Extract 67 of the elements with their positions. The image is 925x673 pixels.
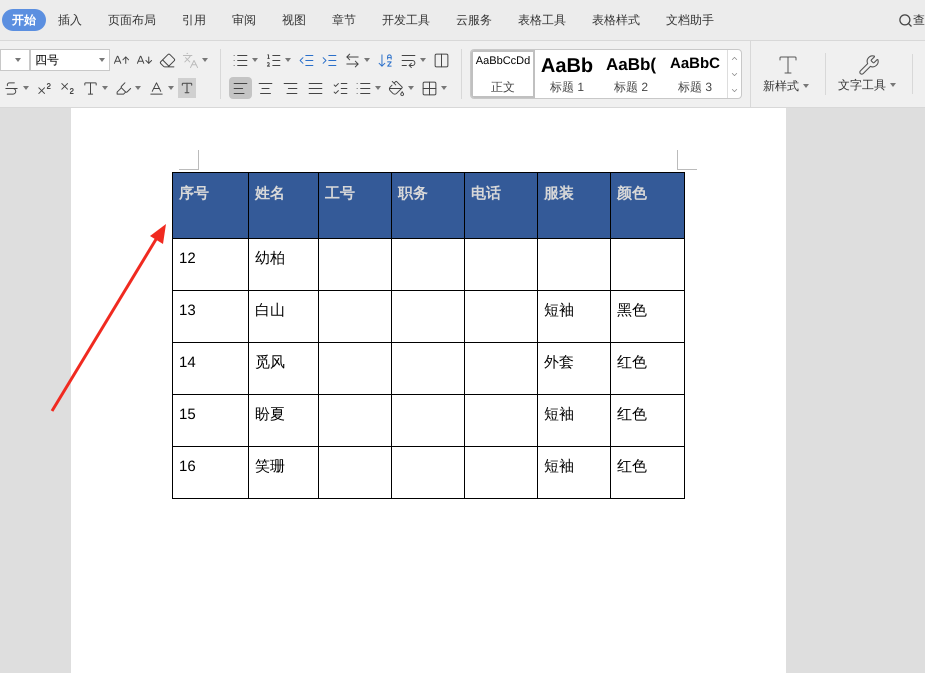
search-icon [898,12,913,28]
style-option[interactable]: AaBb 标题 1 [535,50,599,98]
caret-icon[interactable] [803,84,809,88]
table-header-cell: 服装 [538,172,610,238]
table-cell: 红色 [610,342,684,394]
table-cell: 黑色 [610,290,684,342]
table-cell: 13 [172,290,248,342]
table-cell: 短袖 [538,446,610,498]
table-header-cell: 姓名 [248,172,318,238]
table-cell: 红色 [610,394,684,446]
caret-icon[interactable] [441,86,447,90]
menu-tab[interactable]: 引用 [182,11,206,29]
menu-tab[interactable]: 表格样式 [592,11,640,29]
caret-icon[interactable] [285,58,291,62]
table-cell: 笑珊 [248,446,318,498]
margin-corner-mark [179,150,199,170]
caret-icon[interactable] [202,58,208,62]
caret-icon[interactable] [23,86,29,90]
caret-icon[interactable] [408,86,414,90]
menu-tab[interactable]: 页面布局 [108,11,156,29]
table-cell: 16 [172,446,248,498]
caret-icon[interactable] [252,58,258,62]
menu-tab[interactable]: 视图 [282,11,306,29]
table-cell: 白山 [248,290,318,342]
table-header-cell: 电话 [464,172,538,238]
menu-tab[interactable]: 云服务 [456,11,492,29]
caret-icon[interactable] [420,58,426,62]
table-cell: 觅风 [248,342,318,394]
table-cell: 短袖 [538,394,610,446]
menu-tab[interactable]: 表格工具 [518,11,566,29]
table-cell: 红色 [610,446,684,498]
caret-icon[interactable] [15,58,21,62]
table-header-cell: 序号 [172,172,248,238]
font-size-field[interactable]: 四号 [30,49,110,71]
menu-tab[interactable]: 文档助手 [666,11,714,29]
font-name-field[interactable] [0,49,30,71]
caret-icon[interactable] [135,86,141,90]
table-cell: 12 [172,238,248,290]
table-cell: 外套 [538,342,610,394]
wrench-icon [858,54,880,76]
table-header-cell: 颜色 [610,172,684,238]
table-cell: 幼柏 [248,238,318,290]
table-header-cell: 工号 [318,172,392,238]
caret-icon[interactable] [168,86,174,90]
align-button[interactable] [229,77,252,99]
menu-tab[interactable]: 开发工具 [382,11,430,29]
style-option[interactable]: AaBbCcDd 正文 [471,50,535,98]
menu-tab[interactable]: 审阅 [232,11,256,29]
menu-tab[interactable]: 章节 [332,11,356,29]
menu-tab[interactable]: 插入 [58,11,82,29]
new-style-button[interactable]: 新样式 [751,53,826,95]
style-option[interactable]: AaBbC 标题 3 [663,50,727,98]
search-label[interactable]: 查 [913,11,925,29]
table-cell: 15 [172,394,248,446]
table-cell: 短袖 [538,290,610,342]
text-tools-button[interactable]: 文字工具 [826,54,913,94]
caret-icon[interactable] [102,86,108,90]
character-shading-icon[interactable] [178,78,196,98]
caret-icon[interactable] [890,83,896,87]
table-header-cell: 职务 [392,172,464,238]
margin-corner-mark [677,150,697,170]
caret-icon[interactable] [364,58,370,62]
table-cell: 盼夏 [248,394,318,446]
caret-icon[interactable] [375,86,381,90]
style-option[interactable]: AaBb( 标题 2 [599,50,663,98]
table-cell: 14 [172,342,248,394]
caret-icon[interactable] [99,58,105,62]
